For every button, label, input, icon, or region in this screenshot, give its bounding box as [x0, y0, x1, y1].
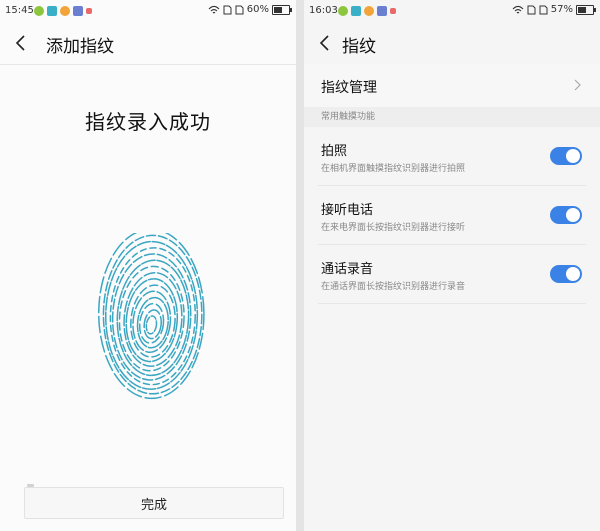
title-bar: 指纹 — [304, 22, 600, 65]
panel-divider — [296, 0, 304, 531]
system-status: 60% — [208, 4, 292, 15]
status-time: 16:03 — [309, 5, 338, 16]
back-icon[interactable] — [316, 33, 334, 53]
photo-toggle[interactable] — [550, 147, 582, 165]
setting-item-photo: 拍照 在相机界面触摸指纹识别器进行拍照 — [318, 127, 586, 186]
page-title: 指纹 — [342, 37, 376, 57]
section-header: 常用触摸功能 — [304, 107, 600, 127]
setting-title: 拍照 — [321, 144, 348, 159]
answer-call-toggle[interactable] — [550, 206, 582, 224]
app-notification-icon — [390, 8, 396, 14]
setting-subtitle: 在通话界面长按指纹识别器进行录音 — [321, 282, 466, 292]
sim-icon — [527, 5, 536, 14]
fingerprint-management-row[interactable]: 指纹管理 — [304, 64, 600, 107]
fingerprint-icon — [97, 233, 205, 400]
battery-percent: 60% — [246, 4, 269, 15]
fingerprint-management-label: 指纹管理 — [321, 80, 377, 96]
fingerprint-ridge — [145, 315, 158, 335]
page-title: 添加指纹 — [46, 37, 114, 57]
back-icon[interactable] — [12, 33, 30, 53]
sim-icon — [235, 5, 244, 14]
setting-item-call-recording: 通话录音 在通话界面长按指纹识别器进行录音 — [318, 245, 586, 304]
sim-icon — [539, 5, 548, 14]
app-notification-icon — [364, 6, 374, 16]
title-bar: 添加指纹 — [0, 22, 296, 65]
app-notification-icon — [73, 6, 83, 16]
app-notification-icon — [86, 8, 92, 14]
battery-icon — [272, 4, 292, 15]
toggle-knob — [566, 208, 580, 222]
app-notification-icon — [60, 6, 70, 16]
wifi-icon — [208, 5, 220, 13]
battery-fill — [274, 6, 283, 13]
setting-item-answer-call: 接听电话 在来电界面长按指纹识别器进行接听 — [318, 186, 586, 245]
setting-title: 接听电话 — [321, 203, 374, 218]
setting-subtitle: 在相机界面触摸指纹识别器进行拍照 — [321, 164, 466, 174]
fingerprint-settings-screen: 16:03 57% 指纹 指纹管理 常用触摸功能 拍照 在相机界面触摸指纹识别器… — [304, 0, 600, 531]
app-notification-icon — [351, 6, 361, 16]
call-recording-toggle[interactable] — [550, 265, 582, 283]
wifi-icon — [512, 5, 524, 13]
battery-icon — [576, 4, 596, 15]
done-button-container: 完成 — [24, 487, 284, 519]
app-notification-icon — [338, 6, 348, 16]
chevron-right-icon — [574, 79, 581, 91]
setting-subtitle: 在来电界面长按指纹识别器进行接听 — [321, 223, 466, 233]
fingerprint-ridge — [111, 253, 192, 381]
status-bar: 15:45 60% — [0, 0, 296, 22]
done-button[interactable]: 完成 — [25, 488, 283, 518]
add-fingerprint-screen: 15:45 60% 添加指纹 指纹录入成功 bose 完成 — [0, 0, 296, 531]
system-status: 57% — [512, 4, 596, 15]
status-time: 15:45 — [5, 5, 34, 16]
app-notification-icon — [377, 6, 387, 16]
battery-percent: 57% — [550, 4, 573, 15]
notification-icons — [338, 6, 396, 16]
sim-icon — [223, 5, 232, 14]
success-message: 指纹录入成功 — [85, 110, 211, 134]
app-notification-icon — [47, 6, 57, 16]
status-bar: 16:03 57% — [304, 0, 600, 22]
setting-title: 通话录音 — [321, 262, 374, 277]
notification-icons — [34, 6, 92, 16]
fingerprint-ridge — [143, 309, 162, 340]
battery-fill — [578, 6, 586, 13]
toggle-knob — [566, 267, 580, 281]
toggle-knob — [566, 149, 580, 163]
settings-list: 指纹管理 常用触摸功能 拍照 在相机界面触摸指纹识别器进行拍照 接听电话 在来电… — [304, 64, 600, 304]
app-notification-icon — [34, 6, 44, 16]
